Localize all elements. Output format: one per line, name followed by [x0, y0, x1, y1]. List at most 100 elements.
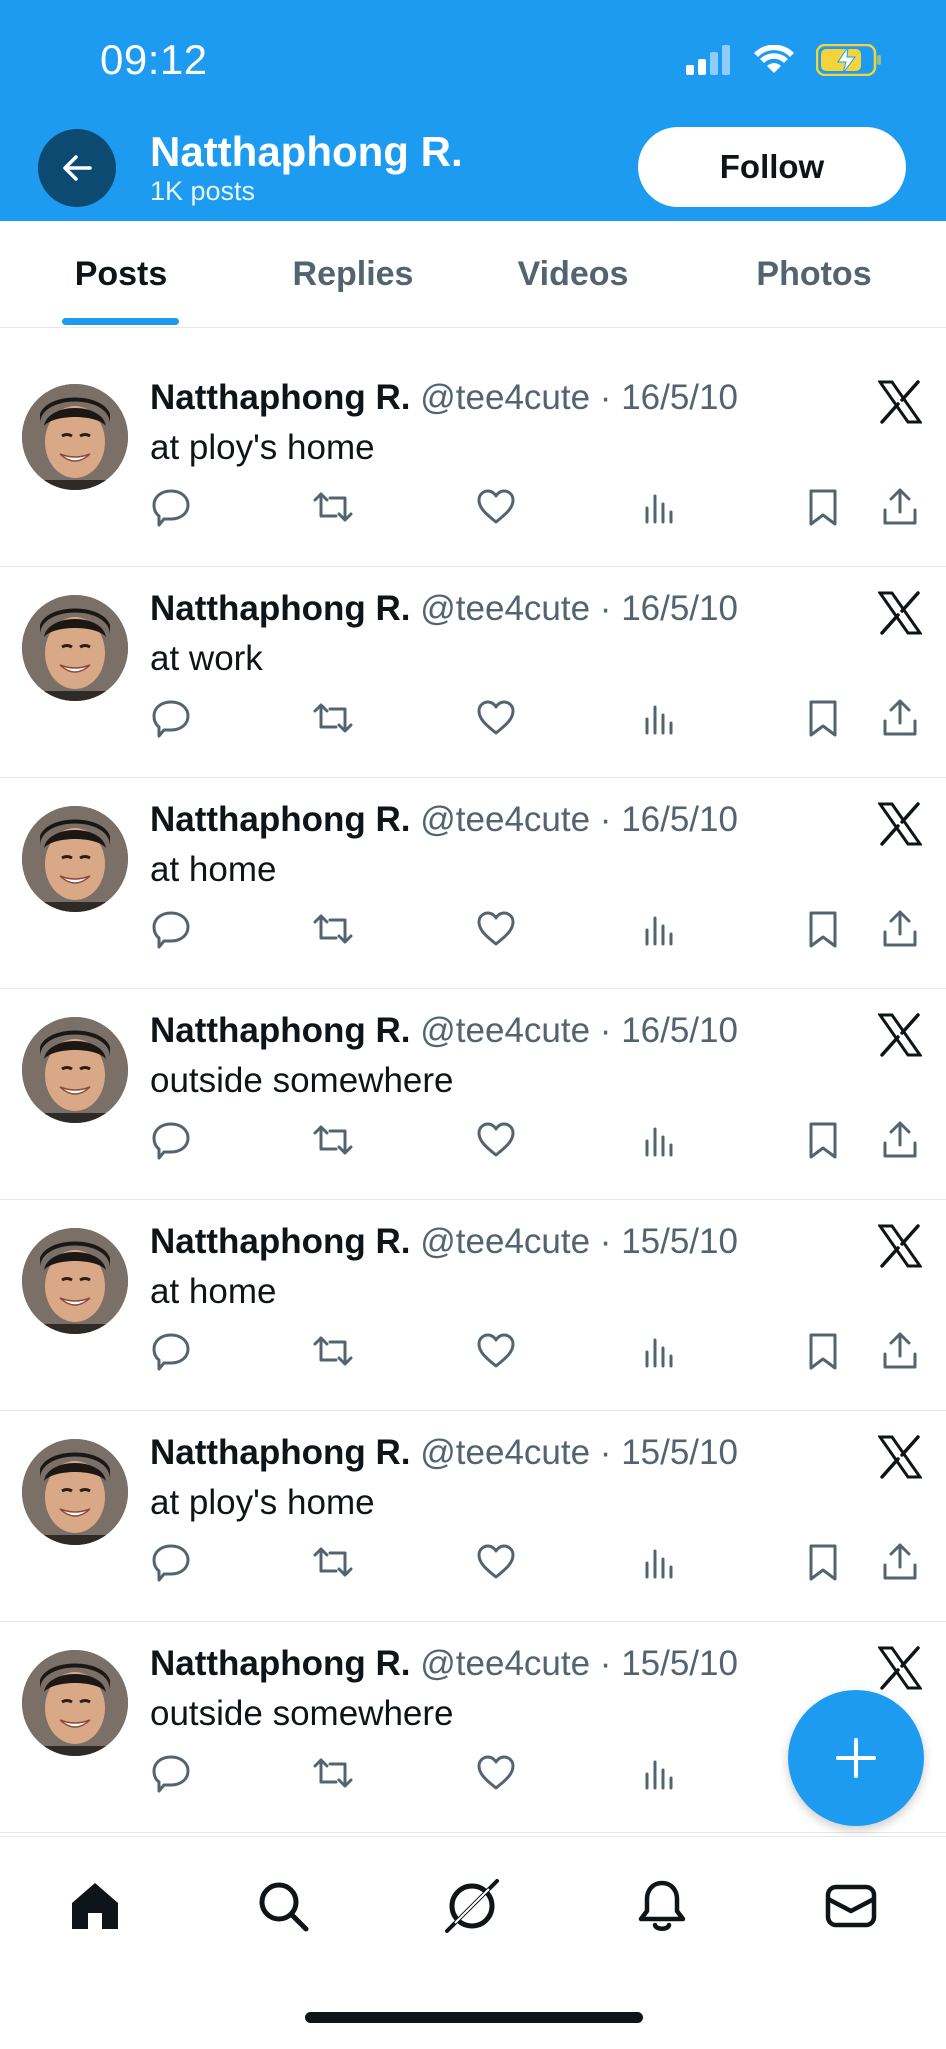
post-author[interactable]: Natthaphong R. [150, 1433, 411, 1472]
back-button[interactable] [38, 129, 116, 207]
post-date[interactable]: 16/5/10 [621, 378, 738, 417]
avatar[interactable] [22, 806, 128, 912]
post-handle[interactable]: @tee4cute [420, 378, 590, 417]
views-icon[interactable] [639, 1752, 681, 1794]
reply-icon[interactable] [150, 486, 192, 528]
views-icon[interactable] [639, 908, 681, 950]
bookmark-icon[interactable] [802, 908, 844, 950]
x-logo-icon [878, 380, 922, 424]
share-icon[interactable] [879, 486, 921, 528]
post-date[interactable]: 16/5/10 [621, 800, 738, 839]
avatar[interactable] [22, 1650, 128, 1756]
bookmark-icon[interactable] [802, 1541, 844, 1583]
like-icon[interactable] [475, 1541, 517, 1583]
post-handle[interactable]: @tee4cute [420, 1433, 590, 1472]
home-indicator[interactable] [305, 2012, 643, 2023]
like-icon[interactable] [475, 908, 517, 950]
post-author[interactable]: Natthaphong R. [150, 1644, 411, 1683]
grok-icon[interactable] [443, 1877, 501, 1935]
reply-icon[interactable] [150, 1541, 192, 1583]
like-icon[interactable] [475, 1119, 517, 1161]
post-handle[interactable]: @tee4cute [420, 1011, 590, 1050]
post-feed[interactable]: Natthaphong R. @tee4cute · 16/5/10 at pl… [0, 356, 946, 1833]
tab-replies[interactable]: Replies [242, 221, 464, 327]
views-icon[interactable] [639, 1119, 681, 1161]
bookmark-icon[interactable] [802, 486, 844, 528]
like-icon[interactable] [475, 697, 517, 739]
post-item[interactable]: Natthaphong R. @tee4cute · 16/5/10 at ho… [0, 778, 946, 989]
battery-icon [816, 44, 881, 76]
share-icon[interactable] [879, 1330, 921, 1372]
repost-icon[interactable] [312, 486, 354, 528]
repost-icon[interactable] [312, 1119, 354, 1161]
post-separator: · [590, 1644, 622, 1683]
plus-icon [836, 1738, 876, 1778]
post-item[interactable]: Natthaphong R. @tee4cute · 15/5/10 at ho… [0, 1200, 946, 1411]
post-item[interactable]: Natthaphong R. @tee4cute · 16/5/10 at wo… [0, 567, 946, 778]
share-icon[interactable] [879, 1541, 921, 1583]
post-date[interactable]: 16/5/10 [621, 1011, 738, 1050]
post-handle[interactable]: @tee4cute [420, 1222, 590, 1261]
tab-videos[interactable]: Videos [464, 221, 682, 327]
status-icons [686, 44, 882, 76]
post-separator: · [590, 1433, 622, 1472]
post-item[interactable]: Natthaphong R. @tee4cute · 15/5/10 at pl… [0, 1411, 946, 1622]
share-icon[interactable] [879, 697, 921, 739]
post-date[interactable]: 16/5/10 [621, 589, 738, 628]
search-icon[interactable] [254, 1877, 312, 1935]
post-date[interactable]: 15/5/10 [621, 1433, 738, 1472]
repost-icon[interactable] [312, 697, 354, 739]
views-icon[interactable] [639, 1330, 681, 1372]
post-item[interactable]: Natthaphong R. @tee4cute · 16/5/10 at pl… [0, 356, 946, 567]
views-icon[interactable] [639, 697, 681, 739]
avatar[interactable] [22, 384, 128, 490]
share-icon[interactable] [879, 1119, 921, 1161]
like-icon[interactable] [475, 1752, 517, 1794]
views-icon[interactable] [639, 1541, 681, 1583]
tab-posts[interactable]: Posts [0, 221, 242, 327]
notifications-icon[interactable] [633, 1877, 691, 1935]
like-icon[interactable] [475, 1330, 517, 1372]
views-icon[interactable] [639, 486, 681, 528]
avatar[interactable] [22, 595, 128, 701]
bookmark-icon[interactable] [802, 697, 844, 739]
post-handle[interactable]: @tee4cute [420, 589, 590, 628]
tab-photos[interactable]: Photos [682, 221, 946, 327]
post-separator: · [590, 1011, 622, 1050]
messages-icon[interactable] [822, 1877, 880, 1935]
avatar[interactable] [22, 1228, 128, 1334]
post-text: at ploy's home [150, 1483, 375, 1522]
avatar[interactable] [22, 1439, 128, 1545]
bookmark-icon[interactable] [802, 1119, 844, 1161]
post-author[interactable]: Natthaphong R. [150, 1222, 411, 1261]
reply-icon[interactable] [150, 1330, 192, 1372]
post-handle[interactable]: @tee4cute [420, 800, 590, 839]
repost-icon[interactable] [312, 1330, 354, 1372]
post-author[interactable]: Natthaphong R. [150, 1011, 411, 1050]
like-icon[interactable] [475, 486, 517, 528]
avatar[interactable] [22, 1017, 128, 1123]
x-logo-icon [878, 1224, 922, 1268]
post-author[interactable]: Natthaphong R. [150, 800, 411, 839]
post-author[interactable]: Natthaphong R. [150, 378, 411, 417]
post-handle[interactable]: @tee4cute [420, 1644, 590, 1683]
home-icon[interactable] [66, 1877, 124, 1935]
compose-button[interactable] [788, 1690, 924, 1826]
repost-icon[interactable] [312, 1541, 354, 1583]
profile-name: Natthaphong R. [150, 128, 463, 175]
repost-icon[interactable] [312, 1752, 354, 1794]
repost-icon[interactable] [312, 908, 354, 950]
share-icon[interactable] [879, 908, 921, 950]
follow-button[interactable]: Follow [638, 127, 906, 207]
reply-icon[interactable] [150, 697, 192, 739]
post-date[interactable]: 15/5/10 [621, 1644, 738, 1683]
post-author[interactable]: Natthaphong R. [150, 589, 411, 628]
post-date[interactable]: 15/5/10 [621, 1222, 738, 1261]
reply-icon[interactable] [150, 1752, 192, 1794]
profile-tabs: Posts Replies Videos Photos [0, 221, 946, 328]
post-text: at home [150, 1272, 277, 1311]
bookmark-icon[interactable] [802, 1330, 844, 1372]
post-item[interactable]: Natthaphong R. @tee4cute · 16/5/10 outsi… [0, 989, 946, 1200]
reply-icon[interactable] [150, 908, 192, 950]
reply-icon[interactable] [150, 1119, 192, 1161]
